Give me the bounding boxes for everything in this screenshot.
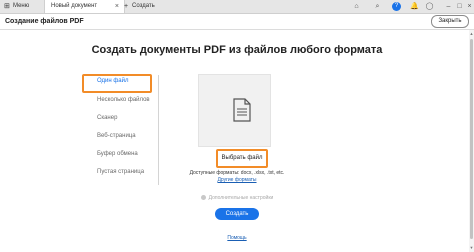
formats-text: Доступные форматы: docx, .xlsx, .txt, et… — [189, 170, 285, 176]
home-icon[interactable]: ⌂ — [352, 2, 361, 11]
advanced-settings-label: Дополнительные настройки — [208, 195, 274, 201]
close-tab-icon[interactable]: × — [115, 0, 119, 13]
nav-item-multiple-files[interactable]: Несколько файлов — [97, 97, 150, 103]
help-link-row: Помощь — [0, 235, 474, 241]
scroll-up-icon[interactable]: ▲ — [469, 32, 474, 36]
help-icon[interactable]: ? — [392, 2, 401, 11]
account-icon[interactable]: ◯ — [425, 2, 434, 11]
tab-new-document[interactable]: Новый документ × — [44, 0, 125, 13]
settings-icon — [200, 195, 206, 201]
minimize-icon[interactable]: – — [444, 2, 453, 11]
notifications-icon[interactable]: 🔔 — [410, 2, 419, 11]
nav-item-clipboard[interactable]: Буфер обмена — [97, 151, 138, 157]
advanced-settings: Дополнительные настройки — [0, 195, 474, 201]
new-tab-button[interactable]: + Создать — [124, 0, 164, 13]
scrollbar-thumb[interactable] — [470, 39, 473, 239]
help-link[interactable]: Помощь — [227, 235, 246, 241]
maximize-icon[interactable]: □ — [455, 2, 464, 11]
other-formats-link-text[interactable]: Другие форматы — [217, 177, 256, 183]
document-icon — [233, 98, 251, 122]
menu-tab[interactable]: ⊞ Меню — [4, 0, 40, 13]
nav-item-scanner[interactable]: Сканер — [97, 115, 117, 121]
tab-new-document-label: Новый документ — [51, 3, 98, 9]
close-button[interactable]: Закрыть — [431, 15, 469, 28]
close-window-icon[interactable]: × — [465, 2, 474, 11]
search-icon[interactable]: ⌕ — [373, 2, 382, 11]
create-button[interactable]: Создать — [215, 208, 259, 220]
plus-icon: + — [124, 3, 129, 10]
page-header: Создание файлов PDF Закрыть — [0, 14, 474, 30]
menu-tab-label: Меню — [13, 3, 30, 9]
other-formats-link: Другие форматы — [0, 177, 474, 183]
tab-bar: ⊞ Меню Новый документ × + Создать ⌂ ⌕ ? … — [0, 0, 474, 14]
grid-icon: ⊞ — [4, 3, 10, 10]
choose-file-button[interactable]: Выбрать файл — [216, 149, 268, 168]
main-heading: Создать документы PDF из файлов любого ф… — [91, 44, 383, 56]
scrollbar[interactable]: ▲ ▼ — [469, 30, 474, 252]
nav-item-web-page[interactable]: Веб-страница — [97, 133, 136, 139]
nav-item-single-file[interactable]: Один файл — [97, 78, 129, 84]
new-tab-label: Создать — [132, 3, 155, 9]
source-nav: Один файл Несколько файлов Сканер Веб-ст… — [82, 74, 159, 185]
scroll-down-icon[interactable]: ▼ — [469, 246, 474, 250]
page-title: Создание файлов PDF — [5, 18, 84, 25]
